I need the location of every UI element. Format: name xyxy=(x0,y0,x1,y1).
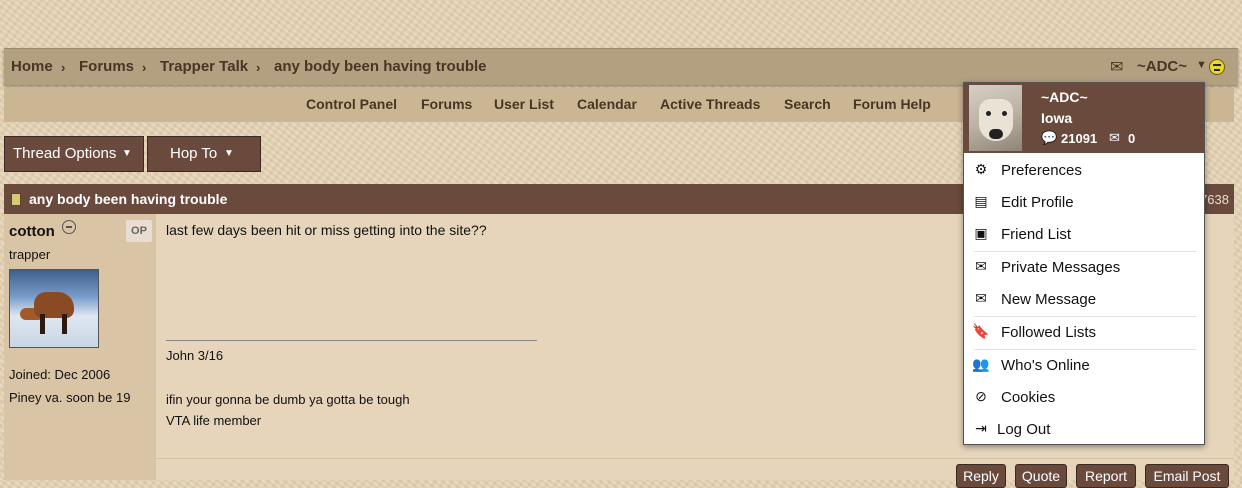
signature-divider xyxy=(166,340,537,341)
report-button[interactable]: Report xyxy=(1076,464,1136,488)
menu-item-label: Followed Lists xyxy=(1001,324,1097,341)
user-card-name[interactable]: ~ADC~ xyxy=(1041,89,1088,105)
offline-status-icon xyxy=(62,220,76,234)
signature-line: John 3/16 xyxy=(166,348,224,363)
menu-item-whos-online[interactable]: 👥 Who's Online xyxy=(964,349,1204,381)
menu-item-label: Preferences xyxy=(1001,162,1082,179)
author-avatar[interactable] xyxy=(9,269,99,348)
post-icon xyxy=(11,193,21,206)
hop-to-button[interactable]: Hop To ▼ xyxy=(147,136,261,172)
nav-active-threads[interactable]: Active Threads xyxy=(660,96,760,112)
menu-item-label: Edit Profile xyxy=(1001,194,1074,211)
author-title: trapper xyxy=(9,247,51,262)
menu-item-label: Cookies xyxy=(1001,389,1056,406)
gear-icon: ⚙ xyxy=(974,161,988,177)
menu-item-label: Private Messages xyxy=(1001,259,1121,276)
breadcrumb-bar: Home › Forums › Trapper Talk › any body … xyxy=(4,48,1238,85)
post-body: last few days been hit or miss getting i… xyxy=(166,222,487,238)
user-card-location: Iowa xyxy=(1041,110,1073,126)
menu-item-edit-profile[interactable]: ▤ Edit Profile xyxy=(964,186,1204,218)
op-badge: OP xyxy=(126,220,152,242)
caret-down-icon: ▼ xyxy=(122,148,132,159)
bookmark-icon: 🔖 xyxy=(972,323,990,339)
menu-item-log-out[interactable]: ⇥ Log Out xyxy=(964,413,1204,445)
menu-item-label: New Message xyxy=(1001,291,1097,308)
menu-item-label: Log Out xyxy=(997,421,1051,438)
smiley-icon[interactable] xyxy=(1209,59,1225,75)
signature-line: VTA life member xyxy=(166,413,262,428)
quote-button[interactable]: Quote xyxy=(1015,464,1067,488)
caret-down-icon: ▼ xyxy=(224,148,234,159)
menu-item-preferences[interactable]: ⚙ Preferences xyxy=(964,154,1204,186)
cookie-bite-icon: ⊘ xyxy=(975,388,987,404)
hop-to-label: Hop To xyxy=(170,145,218,162)
breadcrumb-home-link[interactable]: Home xyxy=(11,58,53,75)
menu-item-cookies[interactable]: ⊘ Cookies xyxy=(964,381,1204,413)
user-post-count[interactable]: 21091 xyxy=(1061,131,1097,146)
reply-button[interactable]: Reply xyxy=(956,464,1006,488)
author-name-link[interactable]: cotton xyxy=(9,223,55,240)
nav-calendar[interactable]: Calendar xyxy=(577,96,637,112)
user-dropdown-menu: ~ADC~ Iowa 💬 21091 ✉ 0 ⚙ Preferences ▤ E… xyxy=(963,82,1205,445)
users-icon: 👥 xyxy=(972,356,990,372)
post-author-panel: cotton OP trapper Joined: Dec 2006 Piney… xyxy=(4,214,156,480)
comment-icon: 💬 xyxy=(1041,130,1058,145)
thread-options-label: Thread Options xyxy=(13,145,117,162)
nav-forums[interactable]: Forums xyxy=(421,96,472,112)
breadcrumb-trapper-talk-link[interactable]: Trapper Talk xyxy=(160,58,248,75)
nav-forum-help[interactable]: Forum Help xyxy=(853,96,931,112)
envelope-icon: ✉ xyxy=(1109,130,1120,145)
author-location: Piney va. soon be 19 xyxy=(9,390,131,405)
envelope-icon[interactable]: ✉ xyxy=(1110,57,1123,77)
id-card-icon: ▤ xyxy=(974,193,988,209)
user-menu-button[interactable]: ~ADC~ xyxy=(1137,58,1187,75)
menu-item-private-messages[interactable]: ✉ Private Messages xyxy=(964,251,1204,283)
author-joined: Joined: Dec 2006 xyxy=(9,367,111,382)
envelope-open-icon: ✉ xyxy=(975,258,987,274)
user-message-count[interactable]: 0 xyxy=(1128,131,1135,146)
envelope-icon: ✉ xyxy=(975,290,987,306)
chevron-right-icon: › xyxy=(61,60,66,75)
menu-item-friend-list[interactable]: ▣ Friend List xyxy=(964,218,1204,250)
caret-down-icon[interactable]: ▼ xyxy=(1196,59,1207,71)
menu-item-label: Friend List xyxy=(1001,226,1072,243)
chevron-right-icon: › xyxy=(142,60,147,75)
email-post-button[interactable]: Email Post xyxy=(1145,464,1229,488)
post-footer-divider xyxy=(156,458,1234,459)
nav-search[interactable]: Search xyxy=(784,96,831,112)
chevron-right-icon: › xyxy=(256,60,261,75)
sign-out-icon: ⇥ xyxy=(975,420,987,436)
signature-line: ifin your gonna be dumb ya gotta be toug… xyxy=(166,392,410,407)
nav-user-list[interactable]: User List xyxy=(494,96,554,112)
nav-control-panel[interactable]: Control Panel xyxy=(306,96,397,112)
address-book-icon: ▣ xyxy=(974,225,988,241)
user-card: ~ADC~ Iowa 💬 21091 ✉ 0 xyxy=(964,83,1204,153)
menu-item-new-message[interactable]: ✉ New Message xyxy=(964,283,1204,315)
menu-item-label: Who's Online xyxy=(1001,357,1090,374)
menu-item-followed-lists[interactable]: 🔖 Followed Lists xyxy=(964,316,1204,348)
post-title: any body been having trouble xyxy=(29,191,228,207)
user-avatar[interactable] xyxy=(969,85,1022,151)
breadcrumb-current-thread: any body been having trouble xyxy=(274,58,487,75)
thread-options-button[interactable]: Thread Options ▼ xyxy=(4,136,144,172)
breadcrumb-forums-link[interactable]: Forums xyxy=(79,58,134,75)
